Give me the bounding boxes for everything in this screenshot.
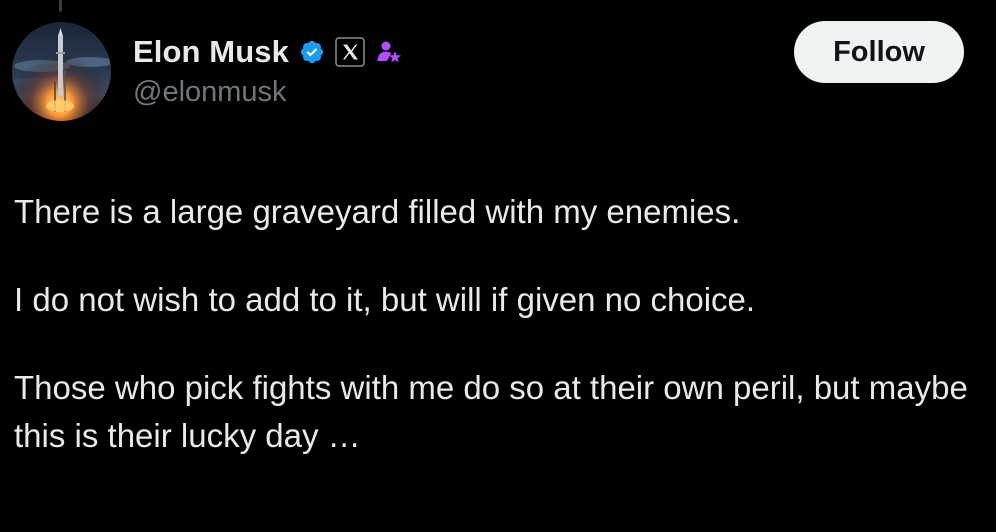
thread-connector-line (59, 0, 62, 12)
author-handle[interactable]: @elonmusk (133, 76, 287, 109)
government-official-icon[interactable] (375, 38, 403, 66)
tweet-paragraph: There is a large graveyard filled with m… (14, 193, 741, 230)
tweet-body: There is a large graveyard filled with m… (14, 188, 974, 460)
follow-button[interactable]: Follow (794, 21, 964, 83)
verified-check-icon[interactable] (299, 39, 325, 65)
tweet-paragraph: I do not wish to add to it, but will if … (14, 281, 756, 318)
x-logo-affiliate-icon[interactable] (335, 37, 365, 67)
tweet-paragraph: Those who pick fights with me do so at t… (14, 369, 968, 454)
author-name-row: Elon Musk (133, 30, 403, 74)
avatar[interactable] (12, 22, 111, 121)
starship-launch-avatar-image (12, 22, 111, 121)
author-display-name[interactable]: Elon Musk (133, 34, 289, 70)
